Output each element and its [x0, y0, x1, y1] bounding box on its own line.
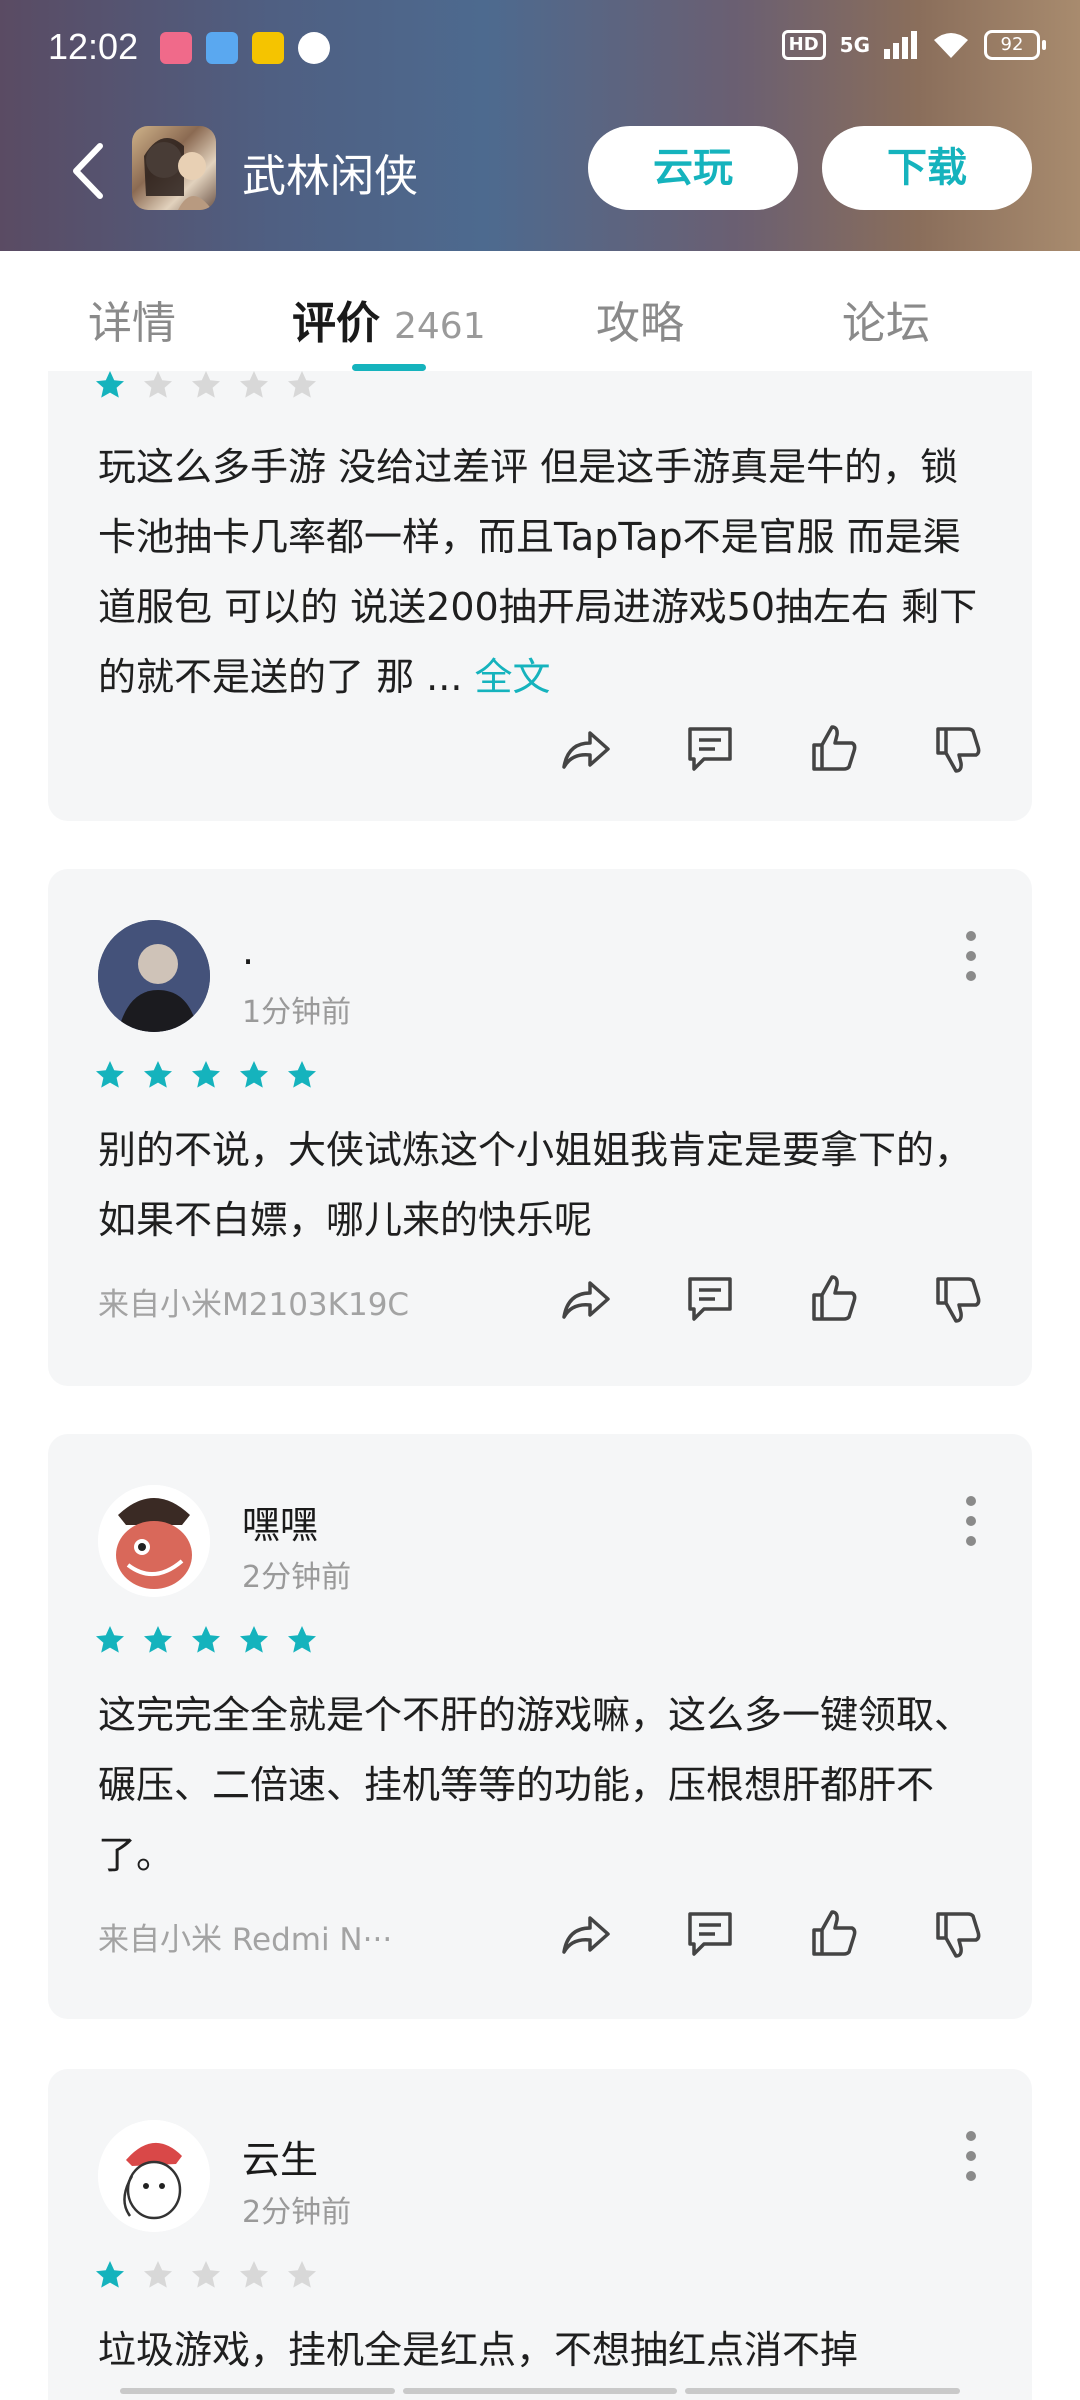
review-actions — [560, 723, 984, 775]
device-label: 来自小米M2103K19C — [98, 1287, 410, 1323]
star-empty-icon — [240, 2261, 268, 2288]
lolita-app-icon — [160, 32, 192, 64]
star-filled-icon — [240, 1626, 268, 1653]
review-text[interactable]: 垃圾游戏，挂机全是红点，不想抽红点消不掉 — [98, 2315, 988, 2385]
meituan-app-icon — [252, 32, 284, 64]
read-more-link[interactable]: 全文 — [475, 655, 551, 699]
star-filled-icon — [144, 1626, 172, 1653]
post-time: 2分钟前 — [242, 1560, 352, 1595]
thumbs-down-icon[interactable] — [932, 723, 984, 775]
rating-stars — [94, 1624, 318, 1656]
rating-stars — [94, 371, 318, 401]
post-time: 1分钟前 — [242, 995, 352, 1030]
app-title: 武林闲侠 — [242, 151, 418, 202]
thumbs-down-icon[interactable] — [932, 1908, 984, 1960]
more-options-icon[interactable] — [966, 2131, 980, 2191]
rating-stars — [94, 2259, 318, 2291]
share-icon[interactable] — [560, 1273, 612, 1325]
app-header: 12:02 HD 5G 92 武林闲侠 云玩 下载 — [0, 0, 1080, 251]
tab-bar: 详情 评价 2461 攻略 论坛 — [0, 251, 1080, 371]
active-tab-indicator — [352, 364, 426, 371]
share-icon[interactable] — [560, 723, 612, 775]
share-icon[interactable] — [560, 1908, 612, 1960]
review-actions — [560, 1908, 984, 1960]
tab-reviews[interactable]: 评价 2461 — [292, 287, 486, 351]
comment-icon[interactable] — [684, 1908, 736, 1960]
star-empty-icon — [240, 371, 268, 398]
more-options-icon[interactable] — [966, 1496, 980, 1556]
comment-icon[interactable] — [684, 1273, 736, 1325]
message-icon — [298, 32, 330, 64]
tab-details[interactable]: 详情 — [88, 287, 176, 351]
cloud-play-button[interactable]: 云玩 — [588, 126, 798, 210]
network-label: 5G — [839, 33, 870, 57]
star-filled-icon — [288, 1626, 316, 1653]
star-empty-icon — [288, 371, 316, 398]
review-card: 嘿嘿 2分钟前 这完完全全就是个不肝的游戏嘛，这么多一键领取、碾压、二倍速、挂机… — [48, 1434, 1032, 2019]
status-bar: 12:02 HD 5G 92 — [0, 0, 1080, 100]
review-text[interactable]: 这完完全全就是个不肝的游戏嘛，这么多一键领取、碾压、二倍速、挂机等等的功能，压根… — [98, 1680, 988, 1890]
review-card: 云生 2分钟前 垃圾游戏，挂机全是红点，不想抽红点消不掉 — [48, 2069, 1032, 2400]
system-indicators: HD 5G 92 — [781, 30, 1046, 60]
download-button[interactable]: 下载 — [822, 126, 1032, 210]
star-empty-icon — [288, 2261, 316, 2288]
status-time: 12:02 — [48, 26, 139, 67]
thumbs-up-icon[interactable] — [808, 723, 860, 775]
back-arrow-icon[interactable] — [62, 136, 122, 206]
star-empty-icon — [192, 2261, 220, 2288]
review-list[interactable]: 玩这么多手游 没给过差评 但是这手游真是牛的，锁卡池抽卡几率都一样，而且TapT… — [0, 371, 1080, 2400]
rating-stars — [94, 1059, 318, 1091]
title-bar: 武林闲侠 云玩 下载 — [0, 120, 1080, 220]
notification-icons — [160, 32, 330, 64]
tab-reviews-label: 评价 — [292, 298, 380, 349]
browser-app-icon — [206, 32, 238, 64]
avatar[interactable] — [98, 1485, 210, 1597]
star-filled-icon — [240, 1061, 268, 1088]
tab-guides[interactable]: 攻略 — [596, 287, 684, 351]
star-empty-icon — [144, 371, 172, 398]
thumbs-up-icon[interactable] — [808, 1908, 860, 1960]
avatar[interactable] — [98, 2120, 210, 2232]
star-filled-icon — [96, 1061, 124, 1088]
star-filled-icon — [192, 1626, 220, 1653]
signal-icon — [884, 31, 917, 59]
user-name[interactable]: . — [242, 929, 254, 973]
comment-icon[interactable] — [684, 723, 736, 775]
review-text[interactable]: 别的不说，大侠试炼这个小姐姐我肯定是要拿下的，如果不白嫖，哪儿来的快乐呢 — [98, 1115, 988, 1255]
app-icon — [132, 126, 216, 210]
wifi-icon — [934, 33, 968, 58]
star-empty-icon — [144, 2261, 172, 2288]
more-options-icon[interactable] — [966, 931, 980, 991]
avatar[interactable] — [98, 920, 210, 1032]
user-name[interactable]: 嘿嘿 — [242, 1494, 318, 1549]
star-filled-icon — [96, 1626, 124, 1653]
device-label: 来自小米 Redmi N··· — [98, 1922, 393, 1958]
review-text[interactable]: 玩这么多手游 没给过差评 但是这手游真是牛的，锁卡池抽卡几率都一样，而且TapT… — [98, 432, 988, 712]
hd-badge: HD — [781, 30, 826, 60]
review-actions — [560, 1273, 984, 1325]
battery-indicator: 92 — [984, 30, 1046, 60]
star-filled-icon — [192, 1061, 220, 1088]
star-filled-icon — [96, 2261, 124, 2288]
star-empty-icon — [192, 371, 220, 398]
review-card: . 1分钟前 别的不说，大侠试炼这个小姐姐我肯定是要拿下的，如果不白嫖，哪儿来的… — [48, 869, 1032, 1386]
review-card: 玩这么多手游 没给过差评 但是这手游真是牛的，锁卡池抽卡几率都一样，而且TapT… — [48, 371, 1032, 821]
home-indicator — [120, 2388, 961, 2394]
review-count: 2461 — [394, 306, 486, 347]
user-name[interactable]: 云生 — [242, 2129, 318, 2184]
star-filled-icon — [288, 1061, 316, 1088]
post-time: 2分钟前 — [242, 2195, 352, 2230]
tab-forum[interactable]: 论坛 — [842, 287, 930, 351]
star-filled-icon — [144, 1061, 172, 1088]
thumbs-down-icon[interactable] — [932, 1273, 984, 1325]
star-filled-icon — [96, 371, 124, 398]
thumbs-up-icon[interactable] — [808, 1273, 860, 1325]
